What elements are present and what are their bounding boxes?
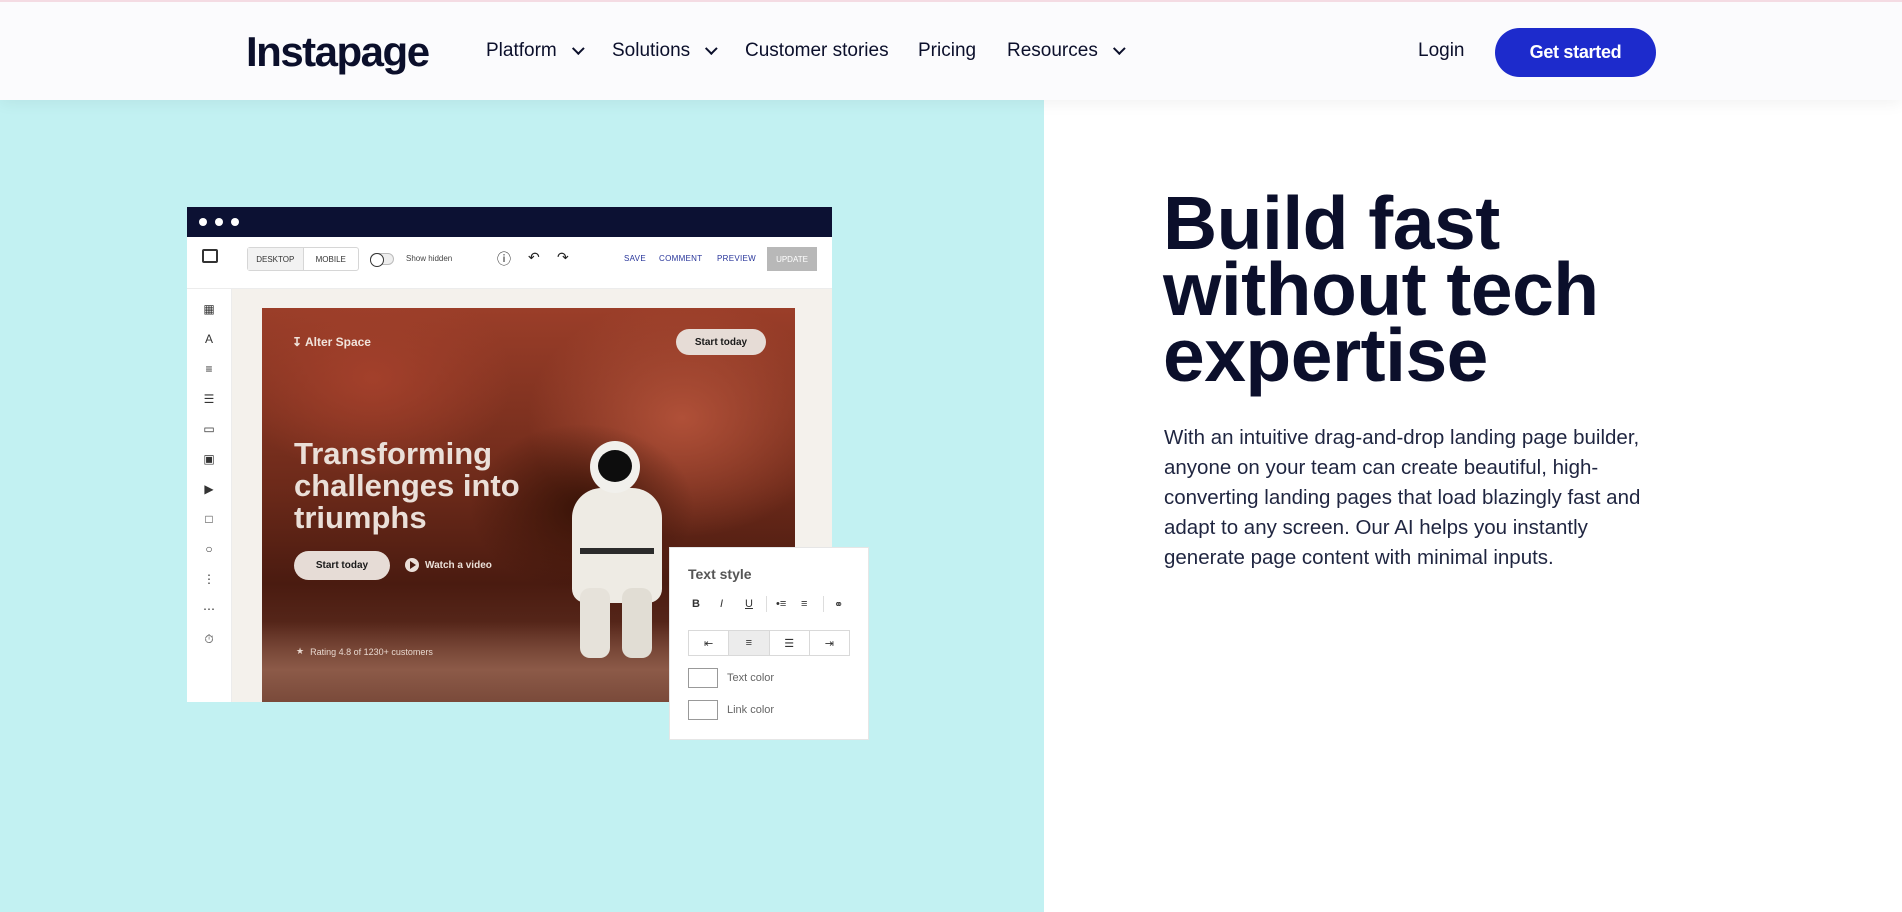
preview-link: PREVIEW (717, 254, 756, 263)
top-navigation: Instapage Platform Solutions Customer st… (0, 0, 1902, 100)
editor-toolbar: DESKTOP MOBILE Show hidden ⓘ ↶ ↷ SAVE CO… (187, 237, 832, 289)
button-icon: ▭ (203, 422, 215, 436)
window-dot-icon (231, 218, 239, 226)
mock-start-button: Start today (294, 551, 390, 580)
nav-pricing-label: Pricing (918, 40, 977, 61)
redo-icon: ↷ (557, 249, 569, 265)
toolbar-divider (823, 596, 824, 612)
exit-icon (202, 249, 218, 263)
instapage-logo[interactable]: Instapage (246, 28, 430, 76)
mock-watch-video: Watch a video (405, 558, 492, 572)
window-dot-icon (199, 218, 207, 226)
get-started-button[interactable]: Get started (1495, 28, 1656, 77)
video-icon: ▶ (204, 482, 214, 496)
chevron-down-icon (1112, 41, 1126, 55)
undo-icon: ↶ (528, 249, 540, 265)
image-icon: ▣ (203, 452, 215, 466)
box-icon: □ (205, 512, 213, 526)
headline-icon: A (204, 332, 213, 346)
align-left-icon: ⇤ (689, 631, 730, 655)
align-right-icon: ⇥ (824, 637, 834, 650)
form-icon: ⋮ (203, 572, 215, 586)
element-sidebar: ▦ A ≡ ☰ ▭ ▣ ▶ □ ○ ⋮ ⋯ ⏱ (187, 289, 232, 702)
update-button: UPDATE (767, 247, 817, 271)
align-center-icon: ≡ (729, 631, 770, 655)
login-link[interactable]: Login (1418, 40, 1465, 62)
alignment-group: ⇤ ≡ ☰ ⇥ (688, 630, 850, 656)
shape-icon: ○ (205, 542, 213, 556)
numbered-list-icon: ≡ (801, 598, 808, 610)
section-headline: Build fast without tech expertise (1163, 181, 1599, 397)
mock-brand-label: Alter Space (304, 335, 371, 349)
nav-resources[interactable]: Resources (1007, 40, 1126, 62)
astronaut-belt (580, 548, 654, 554)
align-justify-icon: ☰ (770, 631, 810, 655)
astronaut-leg (622, 588, 652, 658)
astronaut-visor (598, 450, 632, 482)
play-icon (405, 558, 419, 572)
link-color-swatch (688, 700, 718, 720)
show-hidden-toggle (370, 253, 394, 267)
mock-rating: ★ Rating 4.8 of 1230+ customers (296, 646, 433, 657)
toolbar-divider (766, 596, 767, 612)
nav-pricing[interactable]: Pricing (918, 40, 976, 62)
view-mobile: MOBILE (315, 254, 346, 264)
nav-solutions-label: Solutions (612, 40, 691, 61)
nav-customer-stories-label: Customer stories (745, 40, 889, 61)
text-style-title: Text style (688, 566, 752, 582)
view-mode-switch: DESKTOP MOBILE (247, 247, 359, 271)
paragraph-icon: ≡ (205, 362, 213, 376)
nav-platform[interactable]: Platform (486, 40, 585, 62)
mock-watch-label: Watch a video (425, 559, 492, 571)
nav-resources-label: Resources (1007, 40, 1098, 61)
link-color-label: Link color (727, 704, 775, 716)
show-hidden-label: Show hidden (406, 254, 453, 263)
bullet-list-icon: •≡ (776, 598, 787, 610)
section-body-text: With an intuitive drag-and-drop landing … (1164, 426, 1641, 569)
nav-customer-stories[interactable]: Customer stories (745, 40, 889, 62)
timer-icon: ⏱ (204, 632, 214, 646)
link-icon: ⚭ (834, 599, 844, 611)
text-style-panel: Text style B I U •≡ ≡ ⚭ ⇤ ≡ ☰ ⇥ Text col… (669, 547, 869, 740)
mock-brand: ↧ Alter Space (292, 335, 371, 349)
divider-icon: ⋯ (203, 602, 215, 616)
astronaut-body (572, 488, 662, 603)
text-color-swatch (688, 668, 718, 688)
save-link: SAVE (624, 254, 646, 263)
chevron-down-icon (571, 41, 585, 55)
window-dot-icon (215, 218, 223, 226)
section-icon: ▦ (203, 302, 215, 316)
view-desktop: DESKTOP (248, 248, 304, 270)
window-titlebar (187, 207, 832, 237)
bold-icon: B (692, 598, 700, 610)
nav-solutions[interactable]: Solutions (612, 40, 718, 62)
mock-rating-label: Rating 4.8 of 1230+ customers (310, 646, 433, 657)
text-color-label: Text color (727, 672, 775, 684)
astronaut-leg (580, 588, 610, 658)
chevron-down-icon (705, 41, 718, 55)
mock-top-button: Start today (676, 329, 766, 355)
nav-platform-label: Platform (486, 40, 557, 61)
comment-link: COMMENT (659, 254, 703, 263)
underline-icon: U (745, 598, 753, 610)
italic-icon: I (720, 598, 724, 610)
star-icon: ★ (296, 646, 305, 656)
mock-hero-title: Transforming challenges into triumphs (294, 436, 520, 535)
list-icon: ☰ (203, 392, 215, 406)
help-icon: ⓘ (497, 251, 511, 267)
